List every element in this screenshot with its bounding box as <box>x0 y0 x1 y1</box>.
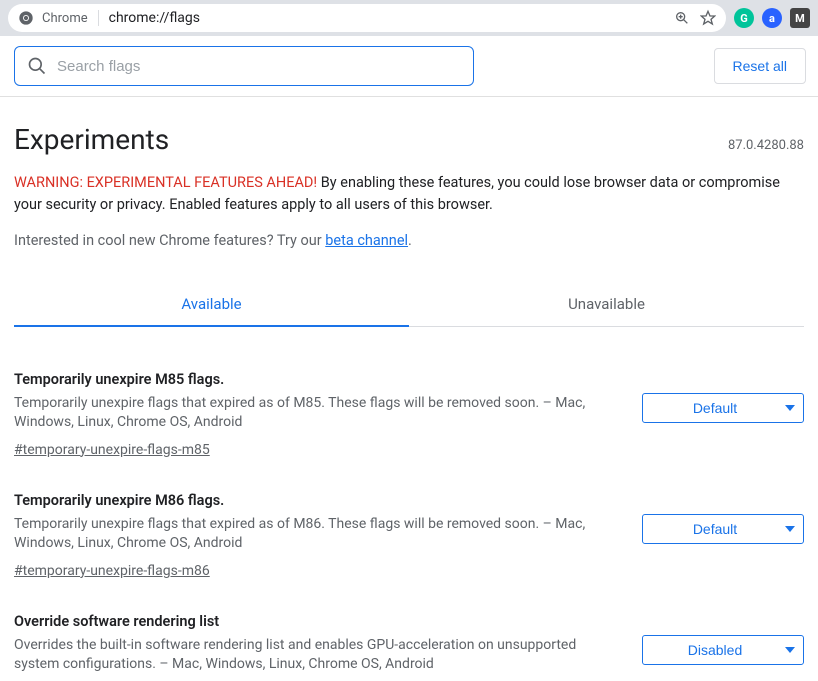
flag-title: Override software rendering list <box>14 613 624 630</box>
warning-label: WARNING: EXPERIMENTAL FEATURES AHEAD! <box>14 174 317 191</box>
flag-anchor-link[interactable]: #temporary-unexpire-flags-m86 <box>14 563 210 579</box>
search-icon <box>27 56 47 76</box>
omnibox[interactable]: Chrome chrome://flags <box>8 4 726 32</box>
omnibox-url: chrome://flags <box>109 10 666 26</box>
star-icon[interactable] <box>700 10 716 26</box>
flag-item: Override software rendering list Overrid… <box>14 579 804 681</box>
flag-title: Temporarily unexpire M86 flags. <box>14 492 624 509</box>
warning-text: WARNING: EXPERIMENTAL FEATURES AHEAD! By… <box>0 166 818 216</box>
extension-grammarly-icon[interactable]: G <box>734 8 754 28</box>
flag-state-select[interactable]: Default <box>642 514 804 544</box>
toolbar: Reset all <box>0 36 818 97</box>
flag-state-select[interactable]: Disabled <box>642 635 804 665</box>
flag-description: Overrides the built-in software renderin… <box>14 636 624 675</box>
page-title: Experiments <box>14 123 169 156</box>
flag-description: Temporarily unexpire flags that expired … <box>14 394 624 433</box>
version-label: 87.0.4280.88 <box>728 138 804 153</box>
tab-available[interactable]: Available <box>14 283 409 327</box>
zoom-icon[interactable] <box>674 10 690 26</box>
flag-item: Temporarily unexpire M85 flags. Temporar… <box>14 337 804 458</box>
search-box[interactable] <box>14 46 474 86</box>
chrome-icon <box>18 10 34 26</box>
interest-suffix: . <box>408 232 412 249</box>
interest-prefix: Interested in cool new Chrome features? … <box>14 232 325 249</box>
address-bar: Chrome chrome://flags G a M <box>0 0 818 36</box>
extension-a-icon[interactable]: a <box>762 8 782 28</box>
flag-title: Temporarily unexpire M85 flags. <box>14 371 624 388</box>
flag-description: Temporarily unexpire flags that expired … <box>14 515 624 554</box>
search-input[interactable] <box>57 58 461 75</box>
extension-m-icon[interactable]: M <box>790 8 810 28</box>
reset-all-button[interactable]: Reset all <box>714 48 806 84</box>
interest-text: Interested in cool new Chrome features? … <box>0 216 818 249</box>
tab-unavailable[interactable]: Unavailable <box>409 283 804 327</box>
tabs: Available Unavailable <box>14 283 804 327</box>
omnibox-label: Chrome <box>42 11 88 26</box>
beta-channel-link[interactable]: beta channel <box>325 232 408 249</box>
flag-state-select[interactable]: Default <box>642 393 804 423</box>
flags-list: Temporarily unexpire M85 flags. Temporar… <box>0 327 818 681</box>
omnibox-divider <box>98 10 99 26</box>
flag-item: Temporarily unexpire M86 flags. Temporar… <box>14 458 804 579</box>
flag-anchor-link[interactable]: #temporary-unexpire-flags-m85 <box>14 442 210 458</box>
